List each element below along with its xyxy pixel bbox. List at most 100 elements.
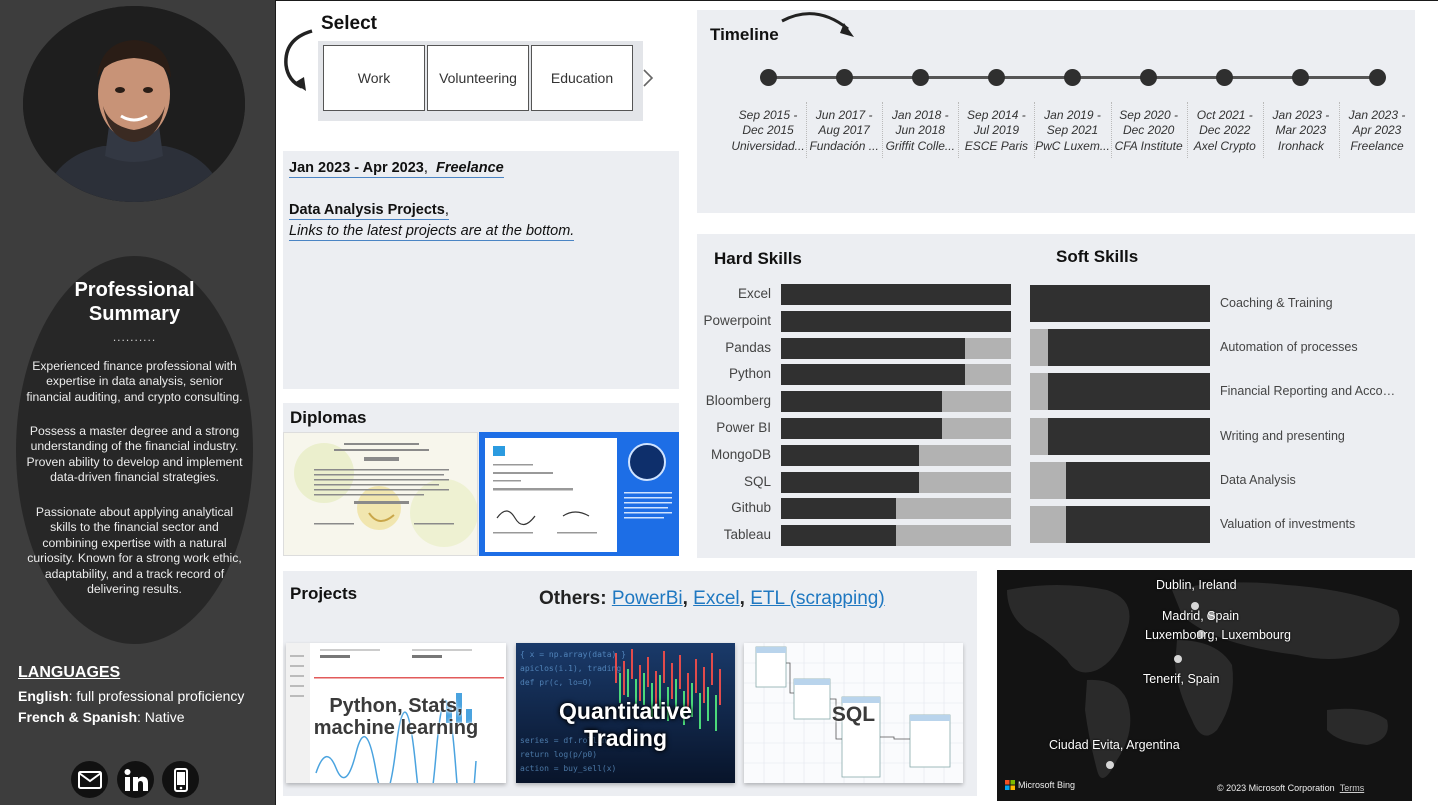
map-label-dublin: Dublin, Ireland [1156,578,1237,592]
bing-label: Microsoft Bing [1018,780,1076,790]
phone-button[interactable] [162,761,199,798]
chevron-right-icon[interactable] [642,68,654,88]
hard-skill-label: Python [728,366,771,382]
hard-skill-bar[interactable] [781,498,1011,520]
timeline-dot[interactable] [1368,69,1386,86]
soft-skill-bar[interactable] [1030,417,1210,455]
timeline-label-line: Ironhack [1277,138,1324,153]
timeline-label: Sep 2015 - Dec 2015 Universidad... [730,108,806,154]
timeline-dot[interactable] [911,69,929,86]
hard-skill-bar[interactable] [781,337,1011,359]
timeline-label-line: Universidad... [731,138,805,153]
diploma-ironhack-image[interactable] [479,432,679,556]
select-title: Select [321,13,377,34]
experience-note: Links to the latest projects are at the … [289,223,575,241]
map-label-madrid: Madrid, Spain [1162,609,1240,623]
soft-skill-label: Data Analysis [1220,472,1296,487]
project-card-label: SQL [831,703,876,726]
mail-icon [77,770,102,789]
timeline-label: Jan 2018 - Jun 2018 Griffit Colle... [882,108,958,154]
hard-skill-bar-fill [781,364,965,386]
experience-role: Data Analysis Projects [289,202,445,218]
hard-skill-label: SQL [743,473,771,489]
tile-education[interactable]: Education [531,45,633,111]
hard-skill-bar[interactable] [781,471,1011,493]
timeline-separator [1034,102,1036,158]
map-pin[interactable] [1106,761,1114,769]
hard-skill-bar[interactable] [781,418,1011,439]
map-pin[interactable] [1174,655,1182,663]
others-label: Others: [539,588,612,609]
timeline-label-line: Dec 2020 [1122,123,1175,138]
hard-skill-bar[interactable] [781,310,1011,332]
link-separator: , [739,588,751,609]
timeline-label-line: ESCE Paris [964,138,1029,153]
experience-role-line: Data Analysis Projects, [289,202,449,220]
timeline-label-line: Sep 2015 - [738,108,798,122]
hard-skill-bar-fill [781,391,942,413]
timeline-label-line: Sep 2014 - [967,108,1026,122]
timeline-label: Jan 2023 - Apr 2023 Freelance [1339,108,1415,154]
soft-skill-bar[interactable] [1030,373,1210,411]
hard-skill-bar[interactable] [781,444,1011,466]
timeline-label-line: Jun 2017 - [815,108,873,122]
soft-skill-bar[interactable] [1030,285,1210,322]
link-powerbi[interactable]: PowerBi [612,588,683,609]
hard-skill-bar[interactable] [781,364,1011,386]
hard-skill-label: MongoDB [710,446,771,462]
linkedin-button[interactable] [117,761,154,798]
experience-header: Jan 2023 - Apr 2023, Freelance [289,160,504,178]
soft-skill-bar-fill [1048,417,1210,455]
hard-skill-bar-fill [781,471,919,493]
map-label-tenerife: Tenerif, Spain [1143,672,1220,686]
timeline-label-line: Dec 2015 [742,123,794,138]
timeline-label-line: PwC Luxem... [1035,138,1110,153]
soft-skill-bar[interactable] [1030,461,1210,499]
hard-skill-label: Github [731,500,771,516]
experience-company: Freelance [435,160,504,176]
timeline-dot[interactable] [987,69,1005,86]
svg-text:apiclos(i.1), trading: apiclos(i.1), trading [520,664,621,673]
project-card-trading[interactable]: { x = np.array(data) } apiclos(i.1), tra… [516,643,735,783]
timeline-label-line: Apr 2023 [1352,123,1402,138]
summary-divider: .......... [112,330,157,344]
other-projects-line: Others: PowerBi, Excel, ETL (scrapping) [539,588,885,610]
diplomas-title: Diplomas [290,408,367,427]
timeline-label-line: Griffit Colle... [885,138,955,153]
map-terms-link[interactable]: Terms [1340,783,1365,793]
timeline-label-line: Aug 2017 [818,123,870,138]
timeline-label: Jan 2019 - Sep 2021 PwC Luxem... [1035,108,1111,154]
timeline-label-line: CFA Institute [1114,138,1183,153]
hard-skill-label: Powerpoint [703,312,771,328]
link-etl-scrapping[interactable]: ETL (scrapping) [750,588,884,609]
project-card-sql[interactable]: SQL [744,643,963,783]
soft-skill-bar[interactable] [1030,506,1210,543]
summary-paragraph-2: Possess a master degree and a strong und… [26,424,243,485]
timeline-separator [882,102,884,158]
soft-skill-bar-fill [1066,461,1210,499]
world-map[interactable]: Dublin, Ireland Madrid, Spain Luxembourg… [997,570,1412,801]
timeline-dot[interactable] [1140,69,1158,86]
project-card-python[interactable]: Python, Stats, machine learning [286,643,506,783]
map-label-ciudad-evita: Ciudad Evita, Argentina [1049,738,1180,752]
timeline-dot[interactable] [1064,69,1081,86]
soft-skill-label: Valuation of investments [1220,517,1356,531]
curved-arrow-icon [284,29,313,91]
timeline-label: Jan 2023 - Mar 2023 Ironhack [1263,108,1339,154]
link-excel[interactable]: Excel [693,588,739,609]
timeline-dot[interactable] [835,69,853,86]
soft-skill-bar[interactable] [1030,329,1210,367]
timeline-label-line: Fundación ... [809,138,879,153]
phone-icon [173,767,188,792]
hard-skill-bar[interactable] [781,391,1011,413]
soft-skill-label: Writing and presenting [1220,428,1345,443]
summary-paragraph-3: Passionate about applying analytical ski… [27,505,242,597]
hard-skill-bar[interactable] [781,525,1011,547]
diploma-esce-image[interactable] [283,432,478,556]
tile-volunteering[interactable]: Volunteering [427,45,529,111]
timeline-dot[interactable] [759,69,777,86]
tile-work[interactable]: Work [323,45,425,111]
email-button[interactable] [71,761,108,798]
hard-skill-bar[interactable] [781,284,1011,305]
hard-skills-title: Hard Skills [714,249,802,268]
